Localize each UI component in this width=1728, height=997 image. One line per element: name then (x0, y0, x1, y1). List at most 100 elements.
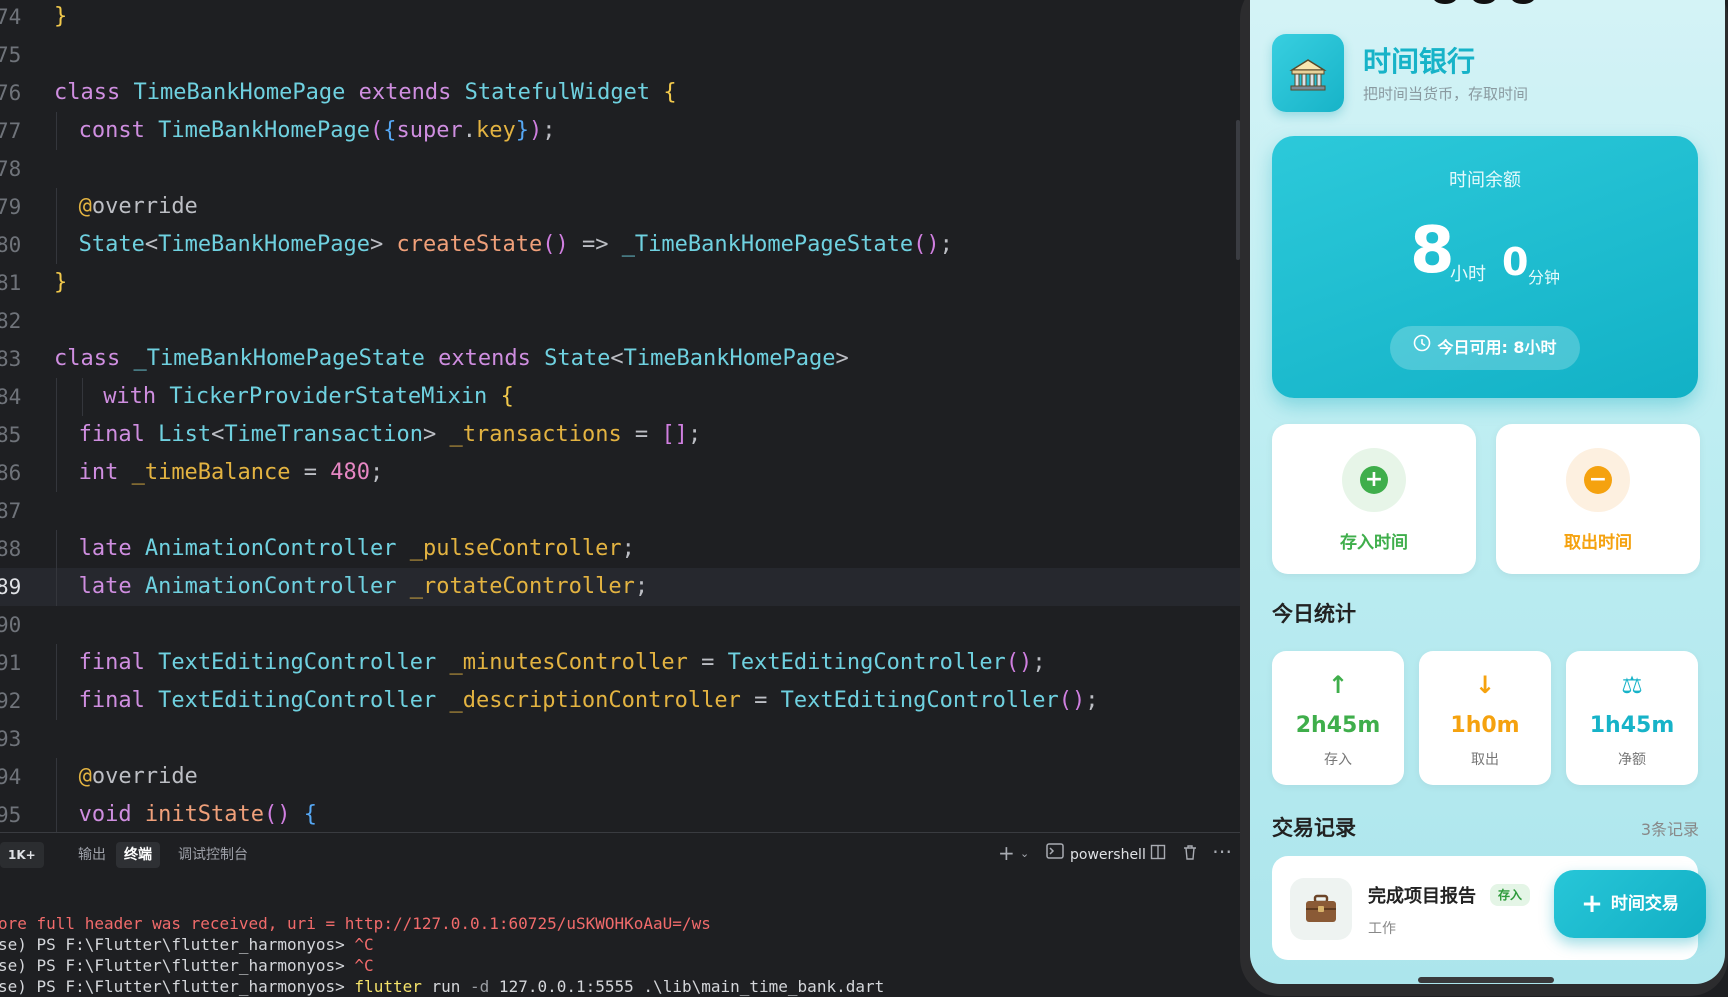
new-terminal-button[interactable]: + (998, 841, 1015, 865)
line-number: 92 (0, 689, 22, 713)
line-number: 87 (0, 499, 22, 523)
code-line[interactable]: 75 (0, 36, 1240, 74)
code-token: ; (1085, 688, 1099, 713)
code-text[interactable]: @override (79, 758, 198, 796)
withdraw-time-button[interactable]: − 取出时间 (1496, 424, 1700, 574)
code-text[interactable]: @override (79, 188, 198, 226)
code-token: () (542, 232, 569, 257)
code-line[interactable]: 92 final TextEditingController _descripti… (0, 682, 1240, 720)
code-token: void (78, 802, 145, 827)
code-token: State (78, 232, 145, 257)
withdraw-icon-circle: − (1566, 448, 1630, 512)
balance-minutes-unit: 分钟 (1528, 268, 1561, 287)
code-line[interactable]: 94 @override (0, 758, 1240, 796)
terminal-panel[interactable]: 1K+ 输出 终端 调试控制台 + ⌄ powershell ⋯ ore ful… (0, 832, 1240, 997)
code-text[interactable]: final TextEditingController _minutesCont… (79, 644, 1046, 682)
indent-guide (56, 796, 57, 832)
code-text[interactable]: final TextEditingController _description… (79, 682, 1099, 720)
code-line[interactable]: 89 late AnimationController _rotateContro… (0, 568, 1240, 606)
balance-label: 时间余额 (1449, 170, 1521, 191)
line-number: 88 (0, 537, 22, 561)
tab-output[interactable]: 输出 (70, 842, 114, 868)
code-line[interactable]: 81} (0, 264, 1240, 302)
line-number: 82 (0, 309, 22, 333)
code-text[interactable]: } (54, 0, 67, 36)
code-line[interactable]: 85 final List<TimeTransaction> _transacti… (0, 416, 1240, 454)
problems-count-badge[interactable]: 1K+ (0, 842, 44, 868)
code-token: < (211, 422, 225, 447)
code-token: = (740, 688, 781, 713)
terminal-text: ^C (354, 935, 374, 954)
code-line[interactable]: 93 (0, 720, 1240, 758)
code-line[interactable]: 79 @override (0, 188, 1240, 226)
code-text[interactable]: } (54, 264, 67, 302)
code-token: final (78, 650, 159, 675)
code-line[interactable]: 95 void initState() { (0, 796, 1240, 832)
code-editor[interactable]: 74} 75 76 class TimeBankHomePage extends St… (0, 0, 1240, 832)
arrow-up-icon: ↑ (1327, 671, 1349, 699)
line-number: 81 (0, 271, 22, 295)
code-token: ) (528, 118, 543, 143)
withdraw-label: 取出时间 (1564, 533, 1632, 553)
plus-icon: + (1360, 466, 1388, 494)
code-text[interactable]: with TickerProviderStateMixin { (103, 378, 514, 416)
code-text[interactable]: const TimeBankHomePage({super.key}); (79, 112, 556, 150)
code-token: > (835, 346, 849, 371)
code-line[interactable]: 86 int _timeBalance = 480; (0, 454, 1240, 492)
code-line[interactable]: 87 (0, 492, 1240, 530)
indent-guide (56, 112, 57, 150)
briefcase-icon (1290, 878, 1352, 940)
code-text[interactable]: final List<TimeTransaction> _transaction… (79, 416, 702, 454)
code-line[interactable]: 80 State<TimeBankHomePage> createState() … (0, 226, 1240, 264)
code-line[interactable]: 74} (0, 0, 1240, 36)
code-line[interactable]: 77 const TimeBankHomePage({super.key}); (0, 112, 1240, 150)
deposit-label: 存入时间 (1340, 533, 1408, 553)
code-token: () (1058, 688, 1086, 713)
tab-terminal[interactable]: 终端 (116, 842, 160, 868)
code-line[interactable]: 76 class TimeBankHomePage extends Statefu… (0, 74, 1240, 112)
chevron-down-icon[interactable]: ⌄ (1020, 847, 1029, 860)
deposit-time-button[interactable]: + 存入时间 (1272, 424, 1476, 574)
line-number: 93 (0, 727, 22, 751)
indent-guide (56, 226, 57, 264)
home-indicator[interactable] (1418, 977, 1554, 983)
line-number: 85 (0, 423, 22, 447)
panel-tab-bar: 1K+ 输出 终端 调试控制台 + ⌄ powershell ⋯ (0, 833, 1240, 875)
code-text[interactable]: late AnimationController _rotateControll… (79, 568, 649, 606)
stats-title: 今日统计 (1272, 602, 1356, 626)
code-line[interactable]: 84 with TickerProviderStateMixin { (0, 378, 1240, 416)
line-number: 76 (0, 81, 22, 105)
code-text[interactable]: int _timeBalance = 480; (79, 454, 384, 492)
tab-debug-console[interactable]: 调试控制台 (170, 842, 256, 868)
code-token: const (78, 118, 159, 143)
code-token: ; (370, 460, 384, 485)
code-text[interactable]: State<TimeBankHomePage> createState() =>… (79, 226, 953, 264)
clock-icon (1413, 325, 1431, 369)
split-terminal-icon[interactable] (1150, 844, 1166, 864)
code-text[interactable]: late AnimationController _pulseControlle… (79, 530, 635, 568)
code-text[interactable]: class TimeBankHomePage extends StatefulW… (54, 74, 677, 112)
trash-icon[interactable] (1182, 844, 1198, 864)
code-token: @ (78, 194, 92, 219)
terminal-line: se) PS F:\Flutter\flutter_harmonyos> ^C (0, 934, 374, 956)
time-transaction-fab[interactable]: + 时间交易 (1554, 870, 1706, 938)
more-actions-icon[interactable]: ⋯ (1212, 839, 1232, 863)
terminal-text: -d (470, 977, 490, 996)
terminal-line: ore full header was received, uri = http… (0, 913, 711, 935)
deposit-icon-circle: + (1342, 448, 1406, 512)
stat-label: 取出 (1471, 752, 1499, 768)
stat-value: 1h45m (1589, 713, 1675, 738)
code-line[interactable]: 91 final TextEditingController _minutesCo… (0, 644, 1240, 682)
transaction-title: 完成项目报告 (1368, 886, 1476, 907)
code-line[interactable]: 82 (0, 302, 1240, 340)
code-line[interactable]: 83 class _TimeBankHomePageState extends S… (0, 340, 1240, 378)
minus-icon: − (1584, 466, 1612, 494)
stat-net: ⚖ 1h45m 净额 (1566, 651, 1698, 785)
shell-selector[interactable]: powershell (1062, 842, 1154, 868)
code-text[interactable]: void initState() { (79, 796, 317, 832)
code-line[interactable]: 78 (0, 150, 1240, 188)
code-text[interactable]: class _TimeBankHomePageState extends Sta… (54, 340, 849, 378)
code-line[interactable]: 90 (0, 606, 1240, 644)
balance-hours-unit: 小时 (1450, 264, 1486, 285)
code-line[interactable]: 88 late AnimationController _pulseControl… (0, 530, 1240, 568)
